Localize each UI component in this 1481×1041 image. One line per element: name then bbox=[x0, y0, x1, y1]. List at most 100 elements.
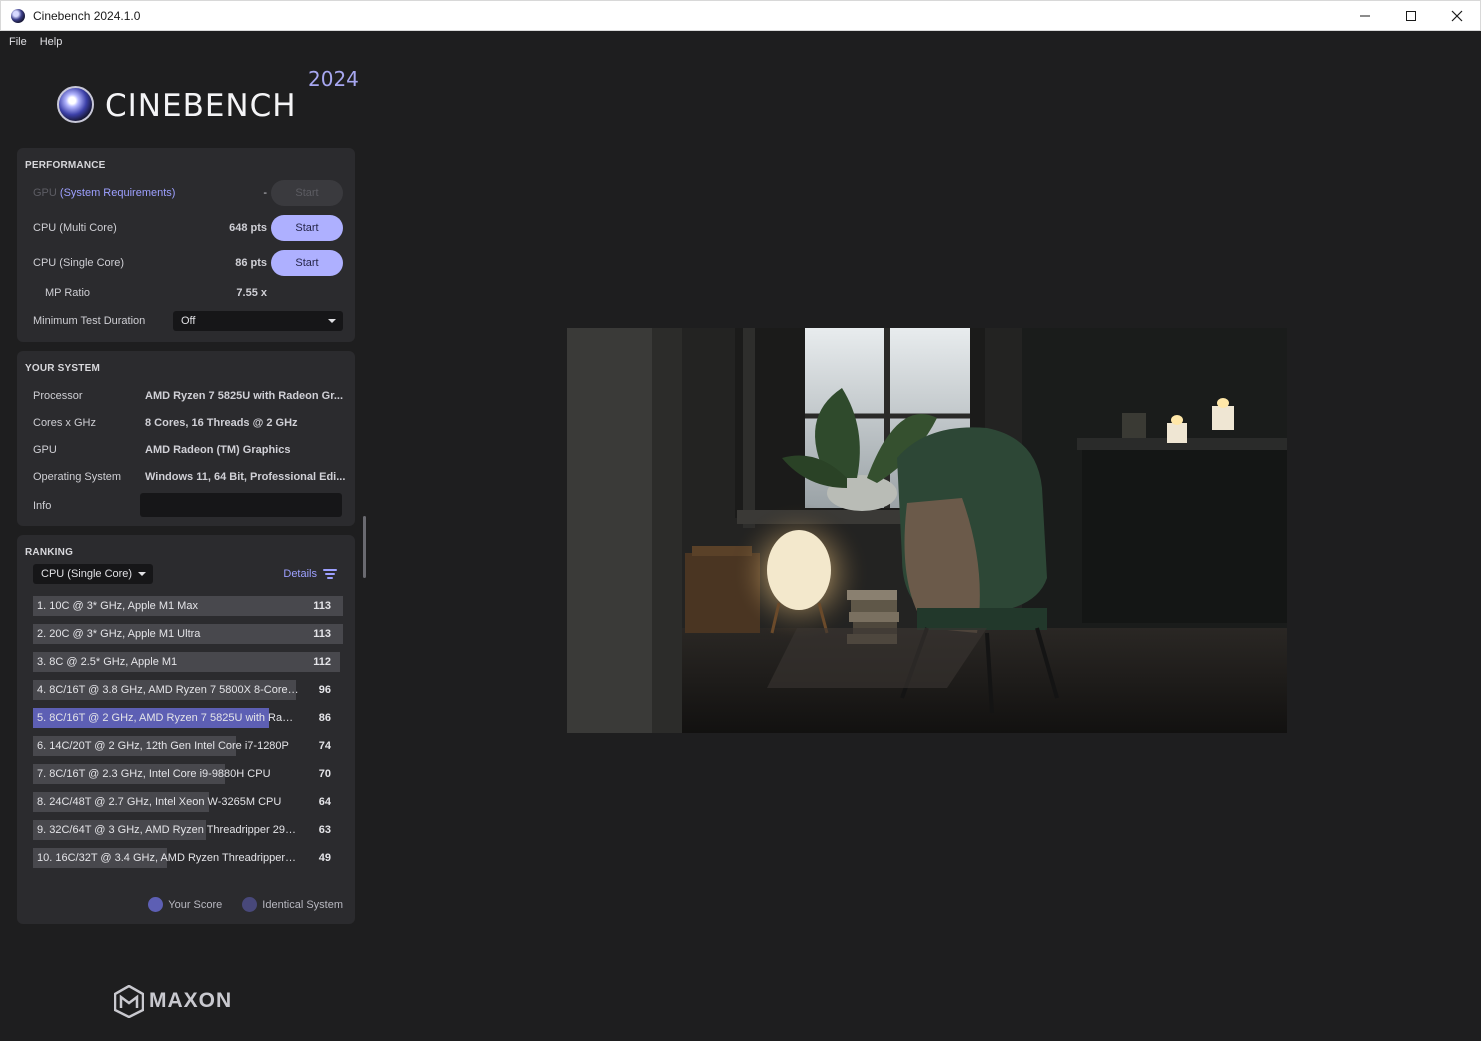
ranking-item-name: 4. 8C/16T @ 3.8 GHz, AMD Ryzen 7 5800X 8… bbox=[37, 684, 299, 696]
maxon-logo-icon bbox=[114, 984, 144, 1018]
details-label: Details bbox=[283, 568, 317, 580]
ranking-item-name: 6. 14C/20T @ 2 GHz, 12th Gen Intel Core … bbox=[37, 740, 289, 752]
ranking-item[interactable]: 6. 14C/20T @ 2 GHz, 12th Gen Intel Core … bbox=[33, 736, 343, 756]
min-duration-value: Off bbox=[181, 315, 196, 327]
ranking-item-name: 7. 8C/16T @ 2.3 GHz, Intel Core i9-9880H… bbox=[37, 768, 271, 780]
ranking-legend: Your Score Identical System bbox=[128, 897, 343, 912]
logo-year: 2024 bbox=[308, 67, 359, 91]
ranking-item-name: 3. 8C @ 2.5* GHz, Apple M1 bbox=[37, 656, 178, 668]
ranking-item-score: 113 bbox=[313, 628, 331, 640]
ranking-item-name: 5. 8C/16T @ 2 GHz, AMD Ryzen 7 5825U wit… bbox=[37, 712, 299, 724]
system-value: 8 Cores, 16 Threads @ 2 GHz bbox=[145, 417, 298, 429]
system-requirements-link[interactable]: (System Requirements) bbox=[60, 187, 176, 199]
maxon-wordmark: MAXON bbox=[149, 989, 233, 1012]
sidebar-scrollbar[interactable] bbox=[363, 516, 366, 578]
ranking-item-score: 63 bbox=[318, 824, 331, 836]
ranking-item-name: 9. 32C/64T @ 3 GHz, AMD Ryzen Threadripp… bbox=[37, 824, 299, 836]
cpu-single-score: 86 pts bbox=[235, 257, 267, 269]
ranking-item-name: 10. 16C/32T @ 3.4 GHz, AMD Ryzen Threadr… bbox=[37, 852, 299, 864]
system-key: Cores x GHz bbox=[33, 417, 96, 429]
filter-icon bbox=[323, 569, 337, 579]
ranking-item-score: 74 bbox=[318, 740, 331, 752]
minimize-icon bbox=[1360, 15, 1370, 17]
cpu-multi-start-button[interactable]: Start bbox=[271, 215, 343, 241]
cpu-multi-label: CPU (Multi Core) bbox=[33, 222, 117, 234]
ranking-item-score: 112 bbox=[313, 656, 331, 668]
legend-identical-label: Identical System bbox=[262, 898, 343, 911]
ranking-panel: RANKING CPU (Single Core) Details 1. 10C… bbox=[17, 535, 355, 924]
cpu-single-start-button[interactable]: Start bbox=[271, 250, 343, 276]
mp-ratio-row: MP Ratio 7.55 x bbox=[33, 280, 343, 306]
your-system-panel: YOUR SYSTEM Processor AMD Ryzen 7 5825U … bbox=[17, 351, 355, 526]
your-score-swatch bbox=[148, 897, 164, 912]
gpu-score: - bbox=[263, 187, 267, 199]
maximize-button[interactable] bbox=[1388, 1, 1434, 31]
cpu-single-label: CPU (Single Core) bbox=[33, 257, 125, 269]
ranking-item[interactable]: 8. 24C/48T @ 2.7 GHz, Intel Xeon W-3265M… bbox=[33, 792, 343, 812]
ranking-item-score: 64 bbox=[318, 796, 331, 808]
legend-your-score: Your Score bbox=[148, 897, 222, 912]
chevron-down-icon bbox=[328, 319, 336, 323]
gpu-label-prefix: GPU bbox=[33, 187, 57, 199]
maximize-icon bbox=[1406, 11, 1416, 21]
info-label: Info bbox=[33, 500, 52, 512]
menu-help[interactable]: Help bbox=[40, 36, 63, 48]
performance-panel: PERFORMANCE GPU (System Requirements) - … bbox=[17, 148, 355, 342]
your-system-title: YOUR SYSTEM bbox=[25, 363, 100, 374]
info-input[interactable] bbox=[140, 493, 342, 517]
chevron-down-icon bbox=[138, 572, 146, 576]
ranking-item[interactable]: 4. 8C/16T @ 3.8 GHz, AMD Ryzen 7 5800X 8… bbox=[33, 680, 343, 700]
cpu-multi-score: 648 pts bbox=[229, 222, 267, 234]
ranking-item[interactable]: 3. 8C @ 2.5* GHz, Apple M1 112 bbox=[33, 652, 343, 672]
ranking-item-name: 2. 20C @ 3* GHz, Apple M1 Ultra bbox=[37, 628, 201, 640]
window-controls bbox=[1342, 1, 1480, 32]
logo-wordmark: CINEBENCH bbox=[105, 88, 297, 124]
ranking-item-your-score[interactable]: 5. 8C/16T @ 2 GHz, AMD Ryzen 7 5825U wit… bbox=[33, 708, 343, 728]
render-preview-image bbox=[567, 328, 1287, 733]
window-title: Cinebench 2024.1.0 bbox=[33, 8, 141, 23]
ranking-item-score: 86 bbox=[318, 712, 331, 724]
ranking-item-name: 1. 10C @ 3* GHz, Apple M1 Max bbox=[37, 600, 198, 612]
render-scene bbox=[567, 328, 1287, 733]
gpu-start-button[interactable]: Start bbox=[271, 180, 343, 206]
mp-ratio-label: MP Ratio bbox=[45, 287, 91, 299]
gpu-label: GPU (System Requirements) bbox=[33, 187, 175, 199]
identical-system-swatch bbox=[242, 897, 258, 912]
system-value: AMD Ryzen 7 5825U with Radeon Gr... bbox=[145, 390, 344, 402]
cinebench-orb-icon bbox=[57, 86, 94, 123]
ranking-category-value: CPU (Single Core) bbox=[41, 568, 133, 580]
maxon-logo: MAXON bbox=[114, 984, 244, 1018]
ranking-item-score: 96 bbox=[318, 684, 331, 696]
cinebench-logo: CINEBENCH 2024 bbox=[57, 67, 359, 126]
ranking-item[interactable]: 7. 8C/16T @ 2.3 GHz, Intel Core i9-9880H… bbox=[33, 764, 343, 784]
min-duration-select[interactable]: Off bbox=[173, 311, 343, 331]
ranking-item-score: 49 bbox=[318, 852, 331, 864]
ranking-item[interactable]: 10. 16C/32T @ 3.4 GHz, AMD Ryzen Threadr… bbox=[33, 848, 343, 868]
details-button[interactable]: Details bbox=[283, 568, 337, 580]
menu-bar: File Help bbox=[0, 31, 66, 53]
legend-identical-system: Identical System bbox=[242, 897, 343, 912]
min-duration-row: Minimum Test Duration Off bbox=[33, 308, 343, 334]
system-value: AMD Radeon (TM) Graphics bbox=[145, 444, 291, 456]
system-key: Operating System bbox=[33, 471, 122, 483]
ranking-title: RANKING bbox=[25, 547, 74, 558]
ranking-item-score: 113 bbox=[313, 600, 331, 612]
legend-your-score-label: Your Score bbox=[168, 898, 223, 911]
system-key: GPU bbox=[33, 444, 57, 456]
cinebench-app-icon bbox=[11, 8, 25, 23]
system-value: Windows 11, 64 Bit, Professional Edi... bbox=[145, 471, 346, 483]
ranking-item[interactable]: 2. 20C @ 3* GHz, Apple M1 Ultra 113 bbox=[33, 624, 343, 644]
ranking-category-select[interactable]: CPU (Single Core) bbox=[33, 564, 153, 584]
close-icon bbox=[1451, 10, 1463, 22]
minimize-button[interactable] bbox=[1342, 1, 1388, 31]
ranking-item[interactable]: 9. 32C/64T @ 3 GHz, AMD Ryzen Threadripp… bbox=[33, 820, 343, 840]
ranking-item-score: 70 bbox=[318, 768, 331, 780]
min-duration-label: Minimum Test Duration bbox=[33, 315, 146, 327]
cpu-multi-row: CPU (Multi Core) 648 pts Start bbox=[33, 215, 343, 241]
close-button[interactable] bbox=[1434, 1, 1480, 31]
cpu-single-row: CPU (Single Core) 86 pts Start bbox=[33, 250, 343, 276]
system-key: Processor bbox=[33, 390, 83, 402]
mp-ratio-value: 7.55 x bbox=[236, 287, 267, 299]
ranking-item[interactable]: 1. 10C @ 3* GHz, Apple M1 Max 113 bbox=[33, 596, 343, 616]
menu-file[interactable]: File bbox=[9, 36, 27, 48]
